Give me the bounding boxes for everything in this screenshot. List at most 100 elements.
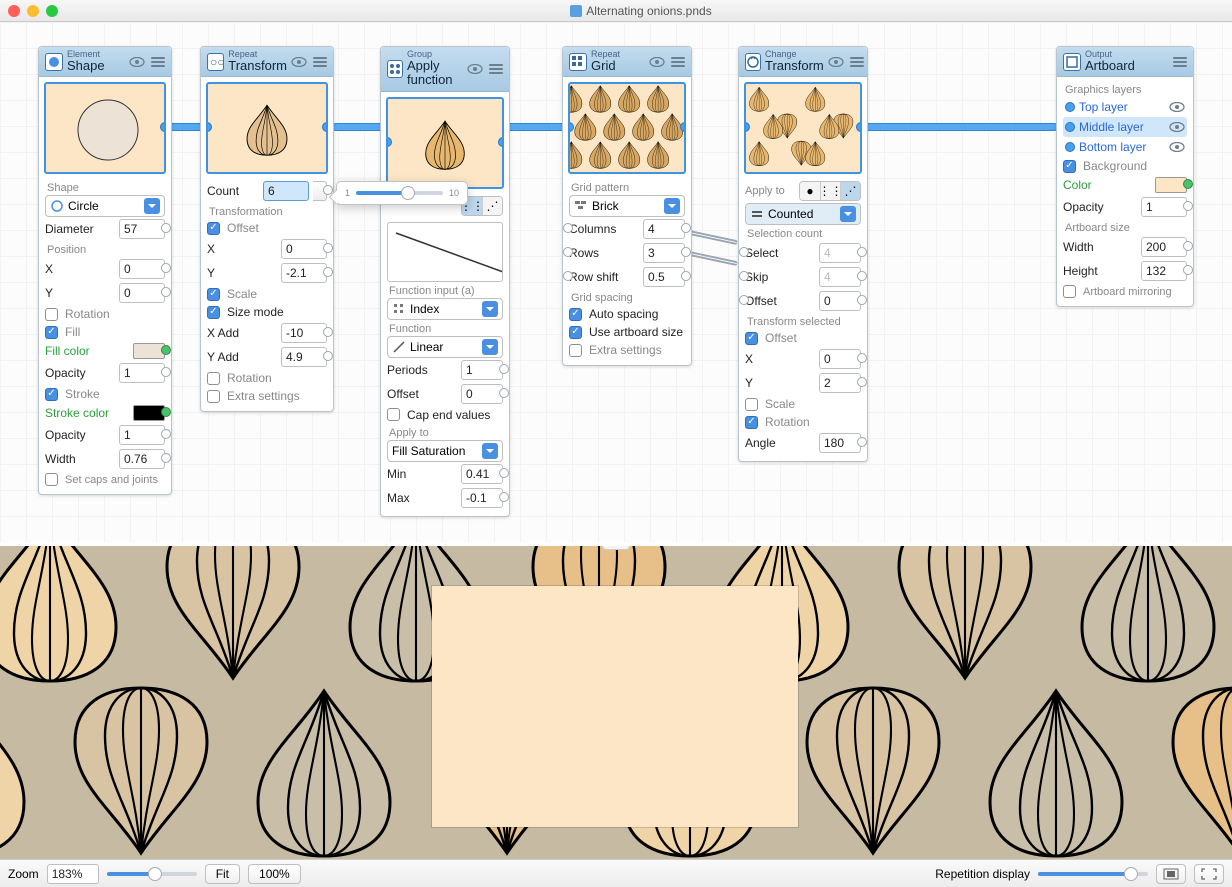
fullscreen-button[interactable] [1194,864,1224,884]
eye-icon[interactable] [1169,142,1185,152]
t2-offset-checkbox[interactable] [745,332,758,345]
rows-input[interactable] [643,243,685,263]
eye-icon[interactable] [129,57,145,67]
status-bar: Zoom Fit 100% Repetition display [0,859,1232,887]
xadd-input[interactable] [281,323,327,343]
min-input[interactable] [461,464,503,484]
layer-item[interactable]: Middle layer [1063,117,1187,137]
background-checkbox[interactable] [1063,160,1076,173]
t1-y-input[interactable] [281,263,327,283]
eye-icon[interactable] [649,57,665,67]
t2-rotation-checkbox[interactable] [745,416,758,429]
transform2-preview [744,82,862,174]
grid-icon [569,53,587,71]
sizemode-checkbox[interactable] [207,306,220,319]
zoom-slider[interactable] [107,872,197,876]
extra-checkbox[interactable] [207,390,220,403]
fill-checkbox[interactable] [45,326,58,339]
funcinput-select[interactable]: Index [387,298,503,320]
menu-icon[interactable] [671,57,685,67]
count-input[interactable] [263,181,309,201]
function-select[interactable]: Linear [387,336,503,358]
grid-extra-checkbox[interactable] [569,344,582,357]
close-icon[interactable] [8,5,20,17]
menu-icon[interactable] [489,64,503,74]
layer-item[interactable]: Top layer [1063,97,1187,117]
y-input[interactable] [119,283,165,303]
zoom-input[interactable] [47,864,99,884]
yadd-input[interactable] [281,347,327,367]
applyto-segment[interactable]: ●⋮⋮⋰ [799,181,861,201]
max-input[interactable] [461,488,503,508]
node-shape[interactable]: ElementShape Shape Circle Diameter Posit… [38,46,172,495]
menu-icon[interactable] [313,57,327,67]
function-graph [387,222,503,282]
fill-opacity-input[interactable] [119,363,165,383]
rotation-checkbox[interactable] [45,308,58,321]
node-grid[interactable]: RepeatGrid Grid pattern Brick Columns Ro… [562,46,692,366]
stroke-opacity-input[interactable] [119,425,165,445]
t2-offset-input[interactable] [819,291,861,311]
scale-checkbox[interactable] [207,288,220,301]
rowshift-input[interactable] [643,267,685,287]
grid-preview [568,82,686,174]
node-apply-function[interactable]: GroupApply function ⋮⋮⋰ Function input (… [380,46,510,517]
diameter-input[interactable] [119,219,165,239]
shape-node-icon [45,53,63,71]
minimize-icon[interactable] [27,5,39,17]
group-icon [387,60,403,78]
art-height-input[interactable] [1141,261,1187,281]
columns-input[interactable] [643,219,685,239]
layer-item[interactable]: Bottom layer [1063,137,1187,157]
hundred-button[interactable]: 100% [248,864,301,884]
count-slider-popover[interactable]: 1 10 [336,181,468,205]
node-change-transform[interactable]: ChangeTransform Apply to●⋮⋮⋰ Counted Sel… [738,46,868,462]
skip-input [819,267,861,287]
fit-button[interactable]: Fit [205,864,240,884]
maximize-icon[interactable] [46,5,58,17]
stroke-checkbox[interactable] [45,388,58,401]
stroke-width-input[interactable] [119,449,165,469]
view-mode-button[interactable] [1156,864,1186,884]
node-repeat-transform[interactable]: ○○○ RepeatTransform Count Transformation… [200,46,334,412]
menu-icon[interactable] [850,57,864,67]
zoom-label: Zoom [8,867,39,881]
eye-icon[interactable] [1169,122,1185,132]
offset-checkbox[interactable] [207,222,220,235]
mode-select[interactable]: Counted [745,203,861,225]
bg-opacity-input[interactable] [1141,197,1187,217]
applyto-select[interactable]: Fill Saturation [387,440,503,462]
rotation-checkbox[interactable] [207,372,220,385]
t2-scale-checkbox[interactable] [745,398,758,411]
node-artboard[interactable]: OutputArtboard Graphics layers Top layer… [1056,46,1194,307]
repetition-slider[interactable] [1038,872,1148,876]
shape-select[interactable]: Circle [45,195,165,217]
output-preview[interactable] [0,546,1232,859]
auto-spacing-checkbox[interactable] [569,308,582,321]
t2-y-input[interactable] [819,373,861,393]
resize-handle[interactable] [602,546,630,550]
fn-offset-input[interactable] [461,384,503,404]
art-width-input[interactable] [1141,237,1187,257]
node-canvas[interactable]: ElementShape Shape Circle Diameter Posit… [0,22,1232,542]
t2-x-input[interactable] [819,349,861,369]
caps-checkbox[interactable] [45,473,58,486]
eye-icon[interactable] [467,64,483,74]
x-input[interactable] [119,259,165,279]
angle-input[interactable] [819,433,861,453]
repetition-label: Repetition display [935,867,1030,881]
menu-icon[interactable] [151,57,165,67]
t1-x-input[interactable] [281,239,327,259]
eye-icon[interactable] [291,57,307,67]
pattern-select[interactable]: Brick [569,195,685,217]
use-artboard-checkbox[interactable] [569,326,582,339]
mirror-checkbox[interactable] [1063,285,1076,298]
cap-checkbox[interactable] [387,408,400,421]
transform1-preview [206,82,328,174]
menu-icon[interactable] [1173,57,1187,67]
slider-knob[interactable] [401,186,415,200]
eye-icon[interactable] [828,57,844,67]
periods-input[interactable] [461,360,503,380]
eye-icon[interactable] [1169,102,1185,112]
change-icon [745,53,761,71]
